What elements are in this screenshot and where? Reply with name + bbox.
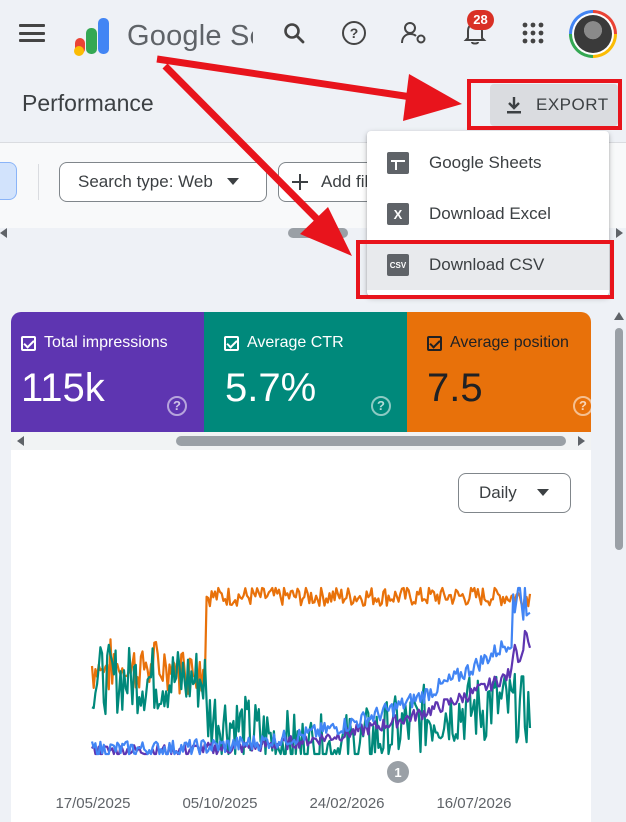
help-icon[interactable]: ? [340,19,368,47]
help-circle-icon[interactable]: ? [573,396,591,416]
export-highlight-box [467,79,622,130]
svg-text:?: ? [350,25,359,41]
metric-card-average-position[interactable]: Average position 7.5 ? [407,312,591,432]
scroll-left-arrow-icon[interactable] [0,228,8,238]
scroll-right-arrow-icon[interactable] [615,228,623,238]
export-menu-item-label: Download Excel [429,204,551,223]
metrics-horizontal-scrollbar[interactable] [11,432,591,450]
account-avatar[interactable] [569,10,617,58]
filter-divider [38,164,39,200]
top-app-bar: Google Search Console ? 28 [0,0,626,70]
export-menu-item-label: Google Sheets [429,153,542,172]
manage-users-icon[interactable] [400,19,428,47]
add-filter-chip[interactable]: Add filter [278,162,378,202]
csv-highlight-box [356,240,614,299]
page-title: Performance [22,90,154,116]
excel-icon: X [387,203,409,225]
metric-cards: Total impressions 115k ? Average CTR 5.7… [11,312,591,432]
granularity-select-label: Daily [479,483,517,502]
help-circle-icon[interactable]: ? [371,396,391,416]
scroll-left-arrow-icon[interactable] [17,436,25,446]
help-circle-icon[interactable]: ? [167,396,187,416]
metric-card-total-impressions[interactable]: Total impressions 115k ? [11,312,204,432]
export-menu-item-google-sheets[interactable]: Google Sheets [367,138,609,188]
scrollbar-thumb[interactable] [176,436,566,446]
date-range-chip[interactable] [0,162,17,200]
checkbox-checked-icon[interactable] [427,335,442,351]
export-menu-item-download-excel[interactable]: X Download Excel [367,189,609,239]
granularity-select[interactable]: Daily [458,473,571,513]
metric-value: 5.7% [225,366,317,410]
search-type-chip[interactable]: Search type: Web [59,162,267,202]
hamburger-menu-icon[interactable] [19,24,45,44]
notification-count-badge: 28 [467,10,494,30]
caret-down-icon [536,489,549,496]
search-type-chip-label: Search type: Web [78,172,213,191]
metric-label: Average CTR [247,334,344,351]
scroll-right-arrow-icon[interactable] [577,436,585,446]
product-name: Google Search Console [127,20,253,52]
checkbox-checked-icon[interactable] [224,335,239,351]
metric-value: 115k [21,366,105,410]
scroll-up-arrow-icon[interactable] [614,312,624,320]
search-icon[interactable] [280,19,308,47]
apps-grid-icon[interactable] [519,19,547,47]
checkbox-checked-icon[interactable] [21,335,36,351]
page-vertical-scrollbar[interactable] [612,310,626,822]
arrow-head-icon [403,74,462,121]
metric-label: Total impressions [44,334,168,351]
scrollbar-thumb[interactable] [615,328,623,550]
plus-icon [292,174,308,190]
caret-down-icon [226,178,239,185]
sheets-icon [387,152,409,174]
metric-card-average-ctr[interactable]: Average CTR 5.7% ? [204,312,407,432]
metric-value: 7.5 [427,366,483,410]
search-console-logo-icon[interactable] [72,16,114,56]
metric-label: Average position [450,334,569,351]
scrollbar-thumb[interactable] [288,228,348,238]
